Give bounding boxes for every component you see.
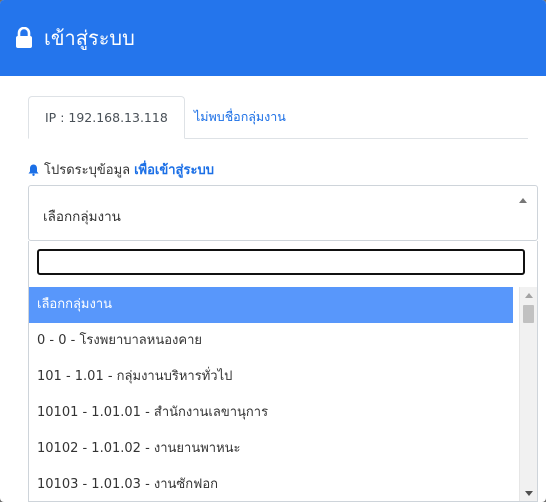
hint-accent: เพื่อเข้าสู่ระบบ <box>134 163 214 178</box>
option-item[interactable]: 101 - 1.01 - กลุ่มงานบริหารทั่วไป <box>29 359 513 395</box>
dropdown-search-input[interactable] <box>37 249 525 275</box>
dropdown-scrollbar[interactable] <box>519 287 537 501</box>
workgroup-select[interactable]: เลือกกลุ่มงาน <box>28 185 538 241</box>
tab-workgroup[interactable]: ไม่พบชื่อกลุ่มงาน <box>194 96 286 138</box>
option-item[interactable]: 10101 - 1.01.01 - สำนักงานเลขานุการ <box>29 395 513 431</box>
hint-label: โปรดระบุข้อมูล <box>44 163 131 178</box>
modal-header: เข้าสู่ระบบ <box>0 0 546 76</box>
option-item[interactable]: 10102 - 1.01.02 - งานยานพาหนะ <box>29 431 513 467</box>
tab-bar: IP : 192.168.13.118 ไม่พบชื่อกลุ่มงาน <box>28 96 528 139</box>
option-item[interactable]: 10103 - 1.01.03 - งานซักฟอก <box>29 467 513 501</box>
bell-icon <box>28 164 39 176</box>
chevron-up-icon <box>519 198 527 203</box>
modal-title: เข้าสู่ระบบ <box>44 26 135 50</box>
scroll-down-icon[interactable] <box>525 491 533 496</box>
select-value: เลือกกลุ่มงาน <box>43 209 121 225</box>
login-modal: เข้าสู่ระบบ IP : 192.168.13.118 ไม่พบชื่… <box>0 0 546 502</box>
scroll-up-icon[interactable] <box>525 293 533 298</box>
dropdown-options: เลือกกลุ่มงาน 0 - 0 - โรงพยาบาลหนองคาย 1… <box>28 287 538 502</box>
dropdown-search-area <box>28 241 538 287</box>
option-item[interactable]: 0 - 0 - โรงพยาบาลหนองคาย <box>29 323 513 359</box>
lock-icon <box>14 26 34 49</box>
option-item[interactable]: เลือกกลุ่มงาน <box>29 287 513 323</box>
hint-text: โปรดระบุข้อมูล เพื่อเข้าสู่ระบบ <box>28 159 214 180</box>
tab-ip[interactable]: IP : 192.168.13.118 <box>28 96 185 139</box>
scroll-thumb[interactable] <box>523 305 534 323</box>
